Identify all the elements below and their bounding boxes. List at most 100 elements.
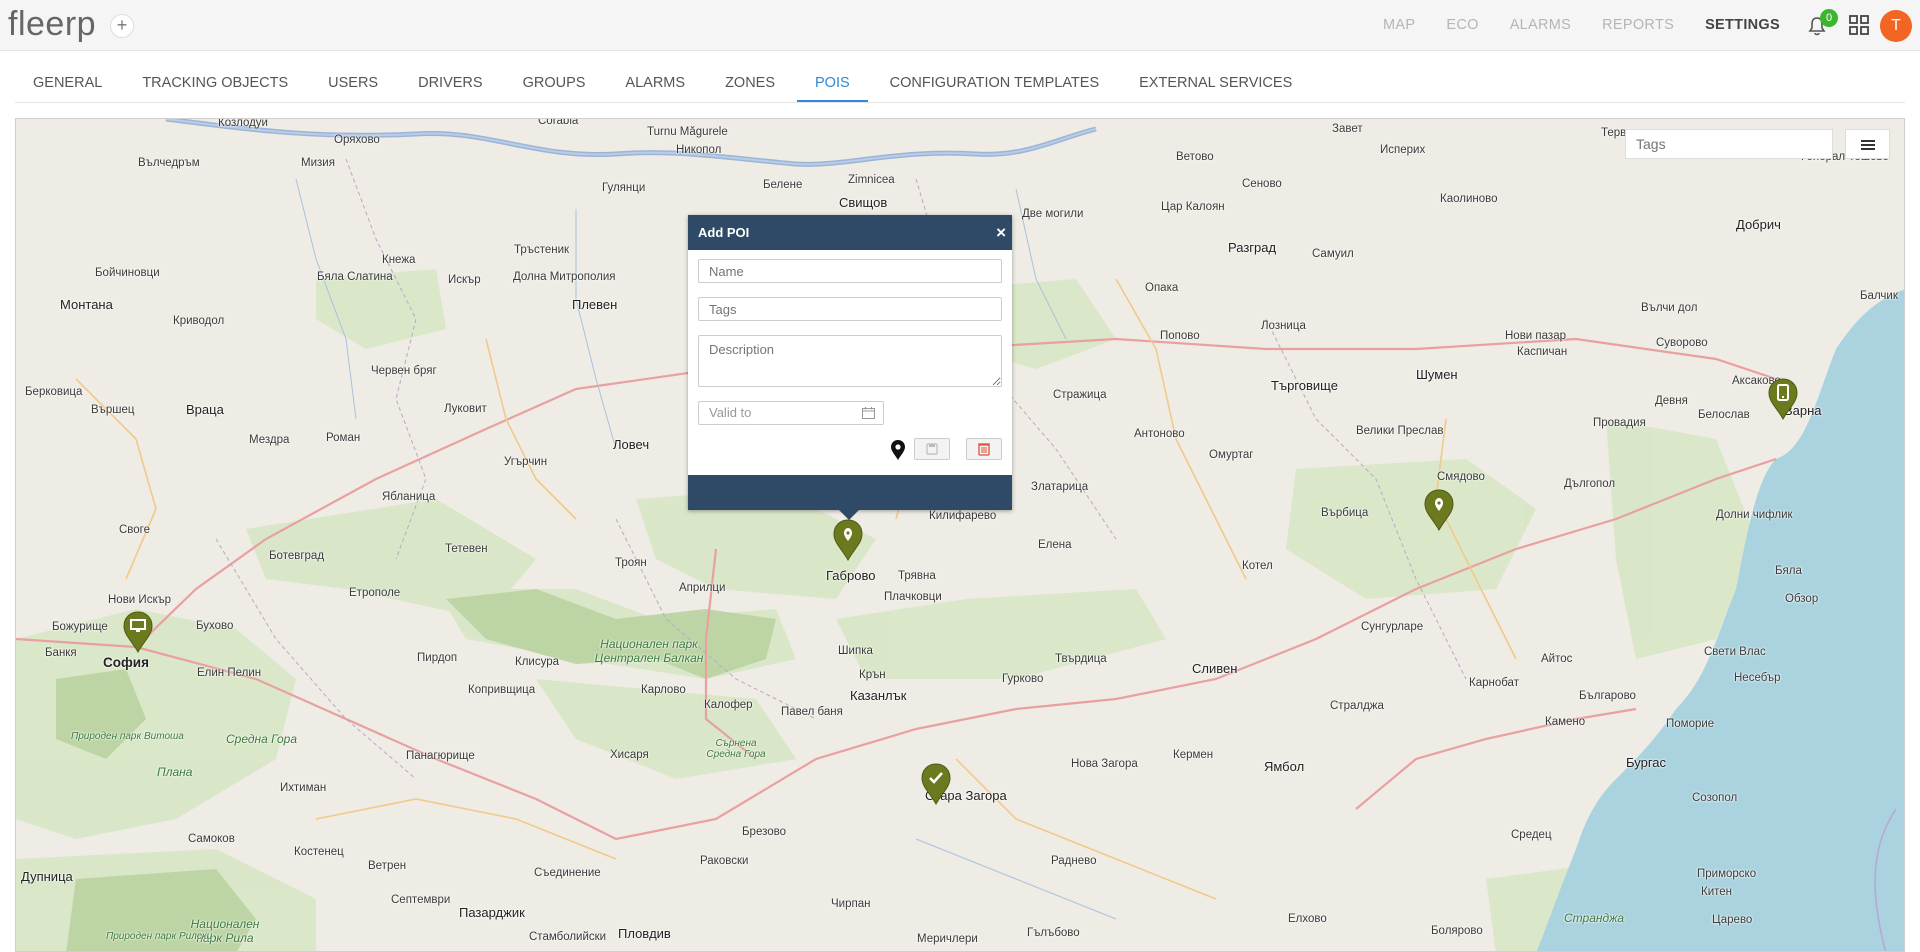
nav-reports[interactable]: REPORTS <box>1602 17 1674 33</box>
place-label: Роман <box>326 432 361 444</box>
layers-menu-button[interactable] <box>1845 129 1890 159</box>
delete-button[interactable] <box>966 438 1002 460</box>
place-label: Бойчиновци <box>95 267 160 279</box>
save-button[interactable] <box>914 438 950 460</box>
place-label: Козлодуй <box>218 118 268 129</box>
place-label: Обзор <box>1785 593 1819 605</box>
place-label: Вършец <box>91 404 135 416</box>
popup-body: Valid to <box>688 250 1012 475</box>
place-label: Провадия <box>1593 417 1646 429</box>
place-label: Балчик <box>1860 290 1898 302</box>
nav-alarms[interactable]: ALARMS <box>1510 17 1571 33</box>
map-canvas[interactable]: Козлодуй Оряхово Corabia Turnu Măgurele … <box>15 118 1905 952</box>
place-label: Ямбол <box>1264 759 1305 774</box>
poi-description-textarea[interactable] <box>698 335 1002 387</box>
add-button[interactable]: + <box>110 14 134 38</box>
place-label: Исперих <box>1380 144 1426 156</box>
place-label: Девня <box>1655 395 1688 407</box>
apps-grid-icon[interactable] <box>1849 15 1869 35</box>
place-label: Меричлери <box>917 933 978 945</box>
place-label: Никопол <box>676 144 722 156</box>
place-label: Брезово <box>742 826 787 838</box>
tab-users[interactable]: USERS <box>310 66 396 102</box>
place-label: Свети Влас <box>1704 646 1766 658</box>
place-label: Омуртаг <box>1209 449 1254 461</box>
place-label: Гълъбово <box>1027 927 1080 939</box>
place-label: Нова Загора <box>1071 758 1138 770</box>
place-label: Карнобат <box>1469 677 1519 689</box>
place-label: Оряхово <box>334 134 380 146</box>
nav-map[interactable]: MAP <box>1383 17 1415 33</box>
place-label: Ботевград <box>269 550 325 562</box>
place-label: Ловеч <box>613 437 650 452</box>
place-label: Вълчедръм <box>138 157 200 169</box>
place-label: Несебър <box>1734 672 1781 684</box>
close-icon[interactable]: × <box>996 215 1006 250</box>
place-label: Килифарево <box>929 510 997 522</box>
poi-tags-input[interactable] <box>698 297 1002 321</box>
place-label: Враца <box>186 402 224 417</box>
place-label: Дългопол <box>1564 478 1616 490</box>
place-label: Разград <box>1228 240 1277 255</box>
place-label: Две могили <box>1022 208 1084 220</box>
place-label: Искър <box>448 274 481 286</box>
map-pin-icon[interactable] <box>890 439 906 461</box>
poi-marker-map-pin-icon[interactable] <box>832 519 864 561</box>
valid-to-placeholder: Valid to <box>709 405 752 420</box>
calendar-icon[interactable] <box>862 407 875 419</box>
add-poi-popup: Add POI × Valid to <box>688 215 1012 520</box>
poi-marker-map-pin-icon[interactable] <box>1423 489 1455 531</box>
tab-pois[interactable]: POIS <box>797 66 868 102</box>
place-label: Криводол <box>173 315 225 327</box>
poi-marker-display-icon[interactable] <box>122 611 154 653</box>
place-label: Тетевен <box>445 543 488 555</box>
nav-settings[interactable]: SETTINGS <box>1705 17 1780 33</box>
place-label: Септември <box>391 894 451 906</box>
place-label: Сърнена Средна Гора <box>706 738 766 760</box>
poi-marker-mobile-icon[interactable] <box>1767 378 1799 420</box>
floppy-disk-icon <box>926 443 938 455</box>
nav-eco[interactable]: ECO <box>1446 17 1478 33</box>
place-label: Долна Митрополия <box>513 271 616 283</box>
user-avatar[interactable]: T <box>1880 10 1912 42</box>
main-nav: MAP ECO ALARMS REPORTS SETTINGS <box>1383 0 1780 50</box>
place-label: Вълчи дол <box>1641 302 1698 314</box>
place-label: Гурково <box>1002 673 1044 685</box>
place-label: Котел <box>1242 560 1273 572</box>
place-label: Панагюрище <box>406 750 475 762</box>
tab-tracking-objects[interactable]: TRACKING OBJECTS <box>124 66 306 102</box>
place-label: Ябланица <box>382 491 436 503</box>
tab-zones[interactable]: ZONES <box>707 66 793 102</box>
place-label: Шипка <box>838 645 873 657</box>
place-label: Шумен <box>1416 367 1458 382</box>
place-label: Габрово <box>826 568 876 583</box>
place-label: Своге <box>119 524 151 536</box>
map-tags-filter-input[interactable] <box>1625 129 1833 159</box>
place-label: Копривщица <box>468 684 536 696</box>
place-label: Стражица <box>1053 389 1107 401</box>
place-label: Мизия <box>301 157 335 169</box>
poi-name-input[interactable] <box>698 259 1002 283</box>
place-label: Опака <box>1145 282 1179 294</box>
place-label: Павел баня <box>781 706 843 718</box>
tab-configuration-templates[interactable]: CONFIGURATION TEMPLATES <box>872 66 1117 102</box>
tab-groups[interactable]: GROUPS <box>505 66 604 102</box>
place-label: Българово <box>1579 690 1636 702</box>
tab-drivers[interactable]: DRIVERS <box>400 66 500 102</box>
place-label: Сунгурларе <box>1361 621 1424 633</box>
place-label: Turnu Măgurele <box>647 126 728 138</box>
app-logo[interactable]: fleerp <box>8 5 96 44</box>
trash-icon <box>978 443 990 456</box>
poi-valid-to-field[interactable]: Valid to <box>698 401 884 425</box>
place-label: Свищов <box>839 195 888 210</box>
popup-footer <box>688 475 1012 520</box>
place-label: Поморие <box>1666 718 1715 730</box>
tab-external-services[interactable]: EXTERNAL SERVICES <box>1121 66 1310 102</box>
place-label: Тръстеник <box>514 244 570 256</box>
place-label: Пазарджик <box>459 905 525 920</box>
poi-marker-check-icon[interactable] <box>920 763 952 805</box>
tab-general[interactable]: GENERAL <box>15 66 120 102</box>
place-label: Цар Калоян <box>1161 201 1225 213</box>
tab-alarms[interactable]: ALARMS <box>607 66 703 102</box>
place-label: Каолиново <box>1440 193 1498 205</box>
